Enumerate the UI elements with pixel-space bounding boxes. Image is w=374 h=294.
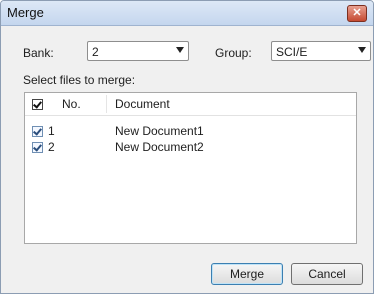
column-separator	[106, 95, 107, 113]
column-header-document[interactable]: Document	[115, 97, 170, 111]
close-icon: ✕	[352, 7, 362, 19]
row-checkbox[interactable]	[32, 126, 43, 137]
table-row[interactable]: 2 New Document2	[25, 140, 356, 156]
group-value: SCI/E	[276, 45, 308, 59]
group-select[interactable]: SCI/E	[271, 41, 371, 61]
table-row[interactable]: 1 New Document1	[25, 124, 356, 140]
column-header-no[interactable]: No.	[62, 97, 81, 111]
chevron-down-icon	[358, 47, 366, 53]
bank-select[interactable]: 2	[87, 41, 189, 61]
select-all-checkbox[interactable]	[32, 99, 43, 110]
list-header: No. Document	[25, 93, 356, 116]
row-document: New Document2	[115, 140, 204, 154]
dialog-title: Merge	[7, 5, 44, 20]
title-bar: Merge ✕	[1, 1, 373, 26]
row-document: New Document1	[115, 124, 204, 138]
row-number: 2	[48, 140, 55, 154]
select-files-label: Select files to merge:	[23, 73, 136, 87]
merge-dialog: Merge ✕ Bank: 2 Group: SCI/E Select file…	[0, 0, 374, 294]
files-list: No. Document 1 New Document1 2 New Docum…	[24, 92, 357, 244]
cancel-button[interactable]: Cancel	[291, 263, 363, 285]
bank-value: 2	[92, 45, 99, 59]
bank-label: Bank:	[23, 46, 54, 60]
row-checkbox[interactable]	[32, 142, 43, 153]
group-label: Group:	[215, 46, 252, 60]
close-button[interactable]: ✕	[347, 5, 367, 22]
chevron-down-icon	[176, 47, 184, 53]
row-number: 1	[48, 124, 55, 138]
merge-button[interactable]: Merge	[211, 263, 283, 285]
